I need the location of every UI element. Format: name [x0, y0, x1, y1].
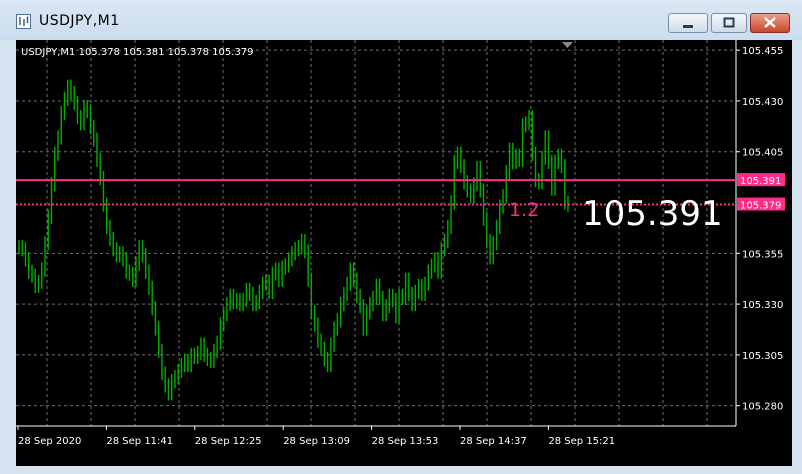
chart-shift-marker[interactable] [562, 42, 573, 48]
x-tick-label: 28 Sep 15:21 [548, 436, 615, 447]
price-level-tag-label: 105.379 [740, 201, 781, 212]
price-level-labels: 105.391 105.379 [737, 173, 785, 212]
symbol-info-line: USDJPY,M1 105.378 105.381 105.378 105.37… [21, 47, 254, 58]
price-chart[interactable]: USDJPY,M1 105.378 105.381 105.378 105.37… [16, 40, 792, 466]
maximize-icon [723, 17, 735, 28]
y-tick-label: 105.305 [742, 351, 783, 362]
x-tick-label: 28 Sep 2020 [18, 436, 81, 447]
price-level-tag-label: 105.391 [740, 176, 781, 187]
close-icon [764, 17, 776, 28]
price-axis: 105.455 105.430 105.405 105.355 105.330 105.3… [736, 46, 783, 413]
y-tick-label: 105.280 [742, 402, 783, 413]
chart-window: USDJPY,M1 USDJPY,M1 105.378 105.381 105.… [0, 0, 802, 474]
y-tick-label: 105.355 [742, 249, 783, 260]
x-tick-label: 28 Sep 13:09 [283, 436, 350, 447]
chart-area[interactable]: USDJPY,M1 105.378 105.381 105.378 105.37… [16, 40, 792, 466]
x-tick-label: 28 Sep 11:41 [106, 436, 173, 447]
maximize-button[interactable] [711, 13, 747, 33]
y-tick-label: 105.455 [742, 46, 783, 57]
y-tick-label: 105.330 [742, 300, 783, 311]
y-tick-label: 105.405 [742, 148, 783, 159]
x-tick-label: 28 Sep 13:53 [372, 436, 439, 447]
window-titlebar[interactable]: USDJPY,M1 [0, 0, 802, 40]
big-price-label: 105.391 [582, 194, 723, 234]
time-axis: 28 Sep 2020 28 Sep 11:41 28 Sep 12:25 28 Se… [17, 426, 615, 447]
x-tick-label: 28 Sep 14:37 [460, 436, 527, 447]
line-marker-label: 1.2 [509, 199, 539, 221]
chart-window-icon [16, 14, 31, 29]
price-series [18, 79, 569, 401]
y-tick-label: 105.430 [742, 97, 783, 108]
window-title: USDJPY,M1 [39, 13, 120, 29]
x-tick-label: 28 Sep 12:25 [195, 436, 262, 447]
minimize-button[interactable] [668, 13, 708, 33]
minimize-icon [683, 25, 693, 28]
close-button[interactable] [750, 13, 790, 33]
